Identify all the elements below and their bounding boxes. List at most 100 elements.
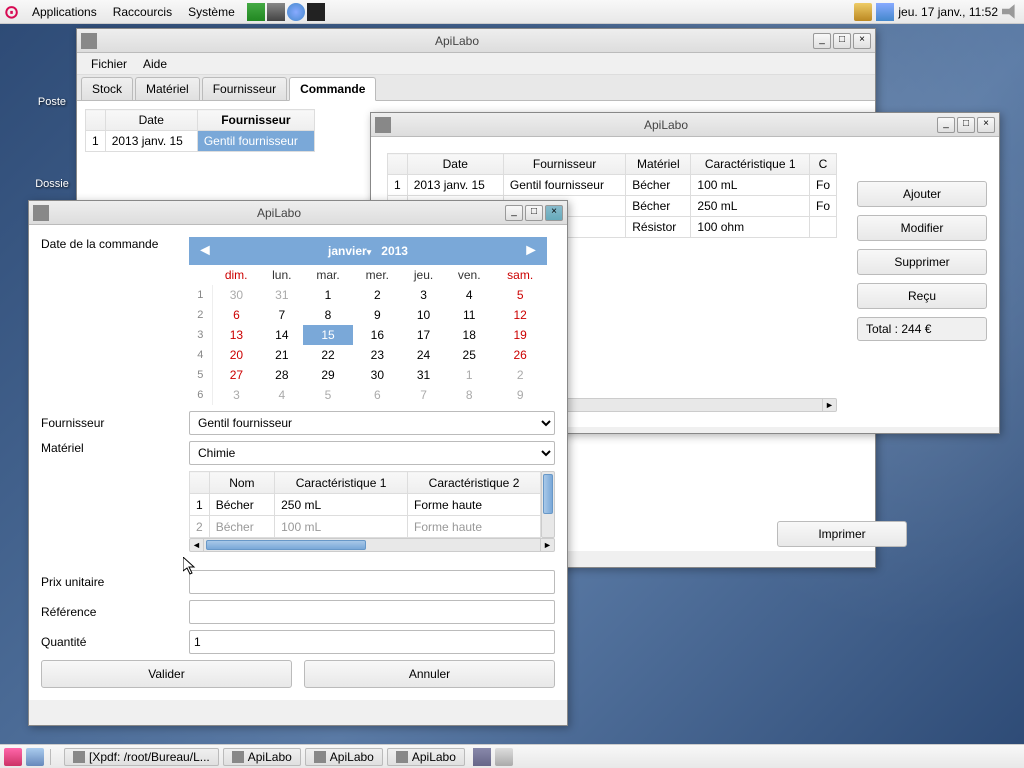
th-nom[interactable]: Nom: [209, 472, 274, 494]
cal-selected-day[interactable]: 15: [303, 325, 352, 345]
minimize-button[interactable]: _: [505, 205, 523, 221]
commande-table[interactable]: Date Fournisseur 1 2013 janv. 15 Gentil …: [85, 109, 315, 152]
menu-aide[interactable]: Aide: [137, 55, 173, 73]
label-date: Date de la commande: [41, 237, 181, 251]
tab-commande[interactable]: Commande: [289, 77, 376, 101]
monitor-icon[interactable]: [247, 3, 265, 21]
cal-month[interactable]: janvier: [328, 244, 367, 258]
maximize-button[interactable]: □: [525, 205, 543, 221]
notify-icon[interactable]: [854, 3, 872, 21]
combo-fournisseur[interactable]: Gentil fournisseur: [189, 411, 555, 435]
app-icon: [33, 205, 49, 221]
window-icon: [73, 751, 85, 763]
task-apilabo-1[interactable]: ApiLabo: [223, 748, 301, 766]
desktop-icon-dossier[interactable]: Dossie: [20, 178, 84, 190]
window-title: ApiLabo: [395, 118, 937, 132]
menu-raccourcis[interactable]: Raccourcis: [105, 3, 180, 21]
panel-launcher-icon[interactable]: [4, 748, 22, 766]
scroll-left-icon[interactable]: ◄: [190, 539, 204, 551]
maximize-button[interactable]: □: [957, 117, 975, 133]
calendar-widget[interactable]: ◄ janvier▾ 2013 ► dim. lun. mar. mer. je…: [189, 237, 547, 405]
modifier-button[interactable]: Modifier: [857, 215, 987, 241]
volume-icon[interactable]: [1002, 3, 1020, 21]
cell-date: 2013 janv. 15: [105, 131, 197, 152]
label-materiel: Matériel: [41, 441, 181, 455]
th-c2[interactable]: Caractéristique 2: [408, 472, 541, 494]
clock[interactable]: jeu. 17 janv., 11:52: [898, 5, 998, 19]
annuler-button[interactable]: Annuler: [304, 660, 555, 688]
label-quantite: Quantité: [41, 635, 181, 649]
table-row[interactable]: 1 2013 janv. 15 Gentil fournisseur Béche…: [388, 175, 837, 196]
cal-prev-icon[interactable]: ◄: [197, 242, 213, 260]
window-icon: [396, 751, 408, 763]
prix-input[interactable]: [189, 570, 555, 594]
window-apilabo-form: ApiLabo _ □ × Date de la commande ◄ janv…: [28, 200, 568, 726]
quantite-input[interactable]: [189, 630, 555, 654]
terminal-icon[interactable]: [307, 3, 325, 21]
th-n[interactable]: [388, 154, 408, 175]
top-panel: ⊙ Applications Raccourcis Système jeu. 1…: [0, 0, 1024, 24]
th-caracteristique[interactable]: Caractéristique 1: [691, 154, 810, 175]
th-fournisseur[interactable]: Fournisseur: [197, 110, 314, 131]
th-date[interactable]: Date: [105, 110, 197, 131]
supprimer-button[interactable]: Supprimer: [857, 249, 987, 275]
titlebar[interactable]: ApiLabo _ □ ×: [371, 113, 999, 137]
scrollbar-vertical[interactable]: [541, 471, 555, 538]
reference-input[interactable]: [189, 600, 555, 624]
titlebar[interactable]: ApiLabo _ □ ×: [29, 201, 567, 225]
label-prix: Prix unitaire: [41, 575, 181, 589]
trash-icon[interactable]: [495, 748, 513, 766]
workspace-switcher-icon[interactable]: [473, 748, 491, 766]
task-xpdf[interactable]: [Xpdf: /root/Bureau/L...: [64, 748, 219, 766]
cal-next-icon[interactable]: ►: [523, 242, 539, 260]
close-button[interactable]: ×: [853, 33, 871, 49]
desktop-icon-poste[interactable]: Poste: [20, 96, 84, 108]
table-row[interactable]: 1 Bécher 250 mL Forme haute: [190, 494, 541, 516]
label-reference: Référence: [41, 605, 181, 619]
minimize-button[interactable]: _: [813, 33, 831, 49]
combo-materiel[interactable]: Chimie: [189, 441, 555, 465]
close-button[interactable]: ×: [977, 117, 995, 133]
minimize-button[interactable]: _: [937, 117, 955, 133]
th-date[interactable]: Date: [407, 154, 503, 175]
show-desktop-icon[interactable]: [26, 748, 44, 766]
scroll-right-icon[interactable]: ►: [540, 539, 554, 551]
task-apilabo-2[interactable]: ApiLabo: [305, 748, 383, 766]
window-title: ApiLabo: [101, 34, 813, 48]
th-n[interactable]: [190, 472, 210, 494]
recu-button[interactable]: Reçu: [857, 283, 987, 309]
cal-year[interactable]: 2013: [381, 244, 408, 258]
globe-icon[interactable]: [287, 3, 305, 21]
task-apilabo-3[interactable]: ApiLabo: [387, 748, 465, 766]
table-row[interactable]: 2 Bécher 100 mL Forme haute: [190, 516, 541, 538]
valider-button[interactable]: Valider: [41, 660, 292, 688]
tab-fournisseur[interactable]: Fournisseur: [202, 77, 287, 100]
bottom-panel: [Xpdf: /root/Bureau/L... ApiLabo ApiLabo…: [0, 744, 1024, 768]
menu-fichier[interactable]: Fichier: [85, 55, 133, 73]
th-c[interactable]: C: [809, 154, 836, 175]
th-fournisseur[interactable]: Fournisseur: [503, 154, 625, 175]
maximize-button[interactable]: □: [833, 33, 851, 49]
th-materiel[interactable]: Matériel: [626, 154, 691, 175]
tab-materiel[interactable]: Matériel: [135, 77, 200, 100]
table-row[interactable]: 1 2013 janv. 15 Gentil fournisseur: [86, 131, 315, 152]
tab-stock[interactable]: Stock: [81, 77, 133, 100]
th-c1[interactable]: Caractéristique 1: [275, 472, 408, 494]
ajouter-button[interactable]: Ajouter: [857, 181, 987, 207]
network-icon[interactable]: [876, 3, 894, 21]
cell-fournisseur: Gentil fournisseur: [197, 131, 314, 152]
calc-icon[interactable]: [267, 3, 285, 21]
materiel-table[interactable]: Nom Caractéristique 1 Caractéristique 2 …: [189, 471, 541, 538]
menu-applications[interactable]: Applications: [24, 3, 105, 21]
imprimer-button[interactable]: Imprimer: [777, 521, 907, 547]
scroll-thumb[interactable]: [206, 540, 366, 550]
scrollbar-horizontal[interactable]: ◄ ►: [189, 538, 555, 552]
th-n[interactable]: [86, 110, 106, 131]
scroll-right-icon[interactable]: ►: [822, 399, 836, 411]
tab-bar: Stock Matériel Fournisseur Commande: [77, 75, 875, 101]
menu-systeme[interactable]: Système: [180, 3, 243, 21]
titlebar[interactable]: ApiLabo _ □ ×: [77, 29, 875, 53]
window-icon: [232, 751, 244, 763]
total-label: Total : 244 €: [857, 317, 987, 341]
close-button[interactable]: ×: [545, 205, 563, 221]
